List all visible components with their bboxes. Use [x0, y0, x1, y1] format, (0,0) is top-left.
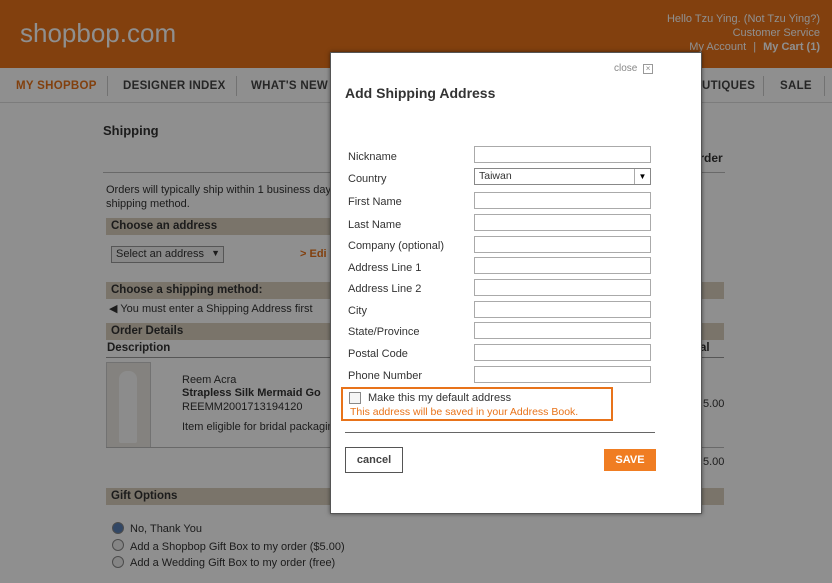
- nickname-field[interactable]: [474, 146, 651, 163]
- default-address-checkbox[interactable]: [349, 392, 361, 404]
- nickname-label: Nickname: [348, 151, 397, 163]
- add-shipping-address-dialog: close × Add Shipping Address Nickname Co…: [330, 52, 702, 514]
- city-field[interactable]: [474, 301, 651, 318]
- save-button[interactable]: SAVE: [604, 449, 656, 471]
- close-button[interactable]: close ×: [614, 63, 654, 74]
- country-select[interactable]: Taiwan ▼: [474, 168, 651, 185]
- state-label: State/Province: [348, 326, 420, 338]
- close-label: close: [614, 63, 638, 74]
- city-label: City: [348, 305, 367, 317]
- state-field[interactable]: [474, 322, 651, 339]
- cancel-button[interactable]: cancel: [345, 447, 403, 473]
- default-address-box: Make this my default address This addres…: [341, 387, 613, 421]
- country-value: Taiwan: [479, 170, 512, 182]
- divider: [345, 432, 655, 433]
- first-name-label: First Name: [348, 196, 402, 208]
- address2-field[interactable]: [474, 279, 651, 296]
- company-label: Company (optional): [348, 240, 444, 252]
- address2-label: Address Line 2: [348, 283, 422, 295]
- last-name-field[interactable]: [474, 214, 651, 231]
- close-icon[interactable]: ×: [643, 64, 654, 74]
- country-label: Country: [348, 173, 387, 185]
- postal-code-field[interactable]: [474, 344, 651, 361]
- postal-code-label: Postal Code: [348, 348, 408, 360]
- dialog-title: Add Shipping Address: [345, 85, 496, 101]
- address-book-note: This address will be saved in your Addre…: [350, 406, 579, 418]
- company-field[interactable]: [474, 236, 651, 253]
- phone-label: Phone Number: [348, 370, 422, 382]
- first-name-field[interactable]: [474, 192, 651, 209]
- last-name-label: Last Name: [348, 219, 402, 231]
- phone-field[interactable]: [474, 366, 651, 383]
- address1-field[interactable]: [474, 257, 651, 274]
- default-address-label: Make this my default address: [368, 392, 512, 404]
- address1-label: Address Line 1: [348, 262, 422, 274]
- chevron-down-icon[interactable]: ▼: [634, 169, 650, 184]
